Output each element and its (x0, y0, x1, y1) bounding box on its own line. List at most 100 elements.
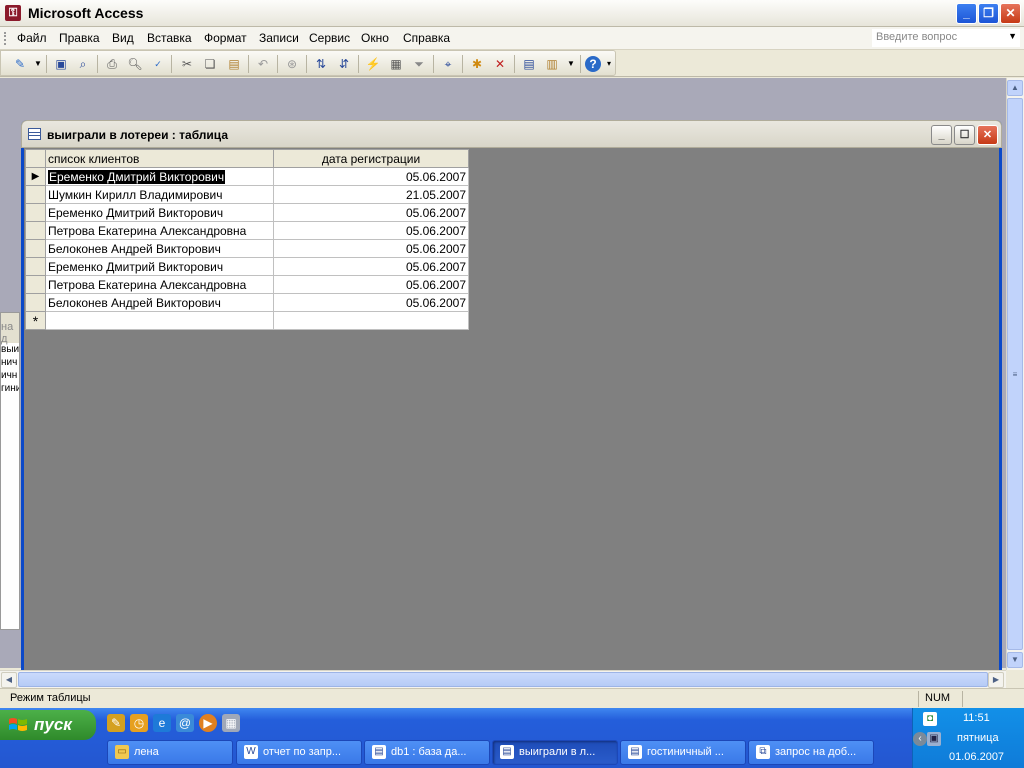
horizontal-scroll-thumb[interactable] (18, 672, 988, 687)
task-folder[interactable]: ▭ лена (107, 740, 233, 765)
cell-date[interactable]: 05.06.2007 (273, 221, 469, 240)
task-report[interactable]: W отчет по запр... (236, 740, 362, 765)
restore-button[interactable]: ❐ (978, 3, 999, 24)
quicklaunch-media-icon[interactable]: ▶ (199, 714, 217, 732)
table-close-button[interactable]: ✕ (977, 125, 998, 145)
table-row[interactable]: Еременко Дмитрий Викторович 05.06.2007 (25, 257, 469, 276)
cell-date[interactable]: 05.06.2007 (273, 293, 469, 312)
sort-ascending-icon[interactable]: ⇅ (312, 55, 330, 73)
cell-client[interactable]: Еременко Дмитрий Викторович (45, 257, 274, 276)
file-search-icon[interactable]: ⌕ (74, 55, 92, 73)
new-record-row[interactable]: * (25, 311, 469, 330)
table-row[interactable]: Петрова Екатерина Александровна 05.06.20… (25, 275, 469, 294)
scroll-up-icon[interactable]: ▲ (1007, 80, 1023, 96)
undo-icon[interactable]: ↶ (254, 55, 272, 73)
start-button[interactable]: пуск (0, 710, 96, 740)
row-selector[interactable] (25, 203, 46, 222)
filter-by-form-icon[interactable]: ▦ (387, 55, 405, 73)
toolbar-options-icon[interactable]: ▾ (604, 55, 614, 73)
menu-insert[interactable]: Вставка (147, 31, 192, 45)
horizontal-scrollbar[interactable]: ◀ ▶ (0, 670, 1006, 688)
cell-client[interactable]: Петрова Екатерина Александровна (45, 221, 274, 240)
table-window-titlebar[interactable]: выиграли в лотереи : таблица _ ☐ ✕ (21, 120, 1002, 148)
menu-window[interactable]: Окно (361, 31, 389, 45)
view-design-icon[interactable]: ✎ (11, 55, 29, 73)
menu-format[interactable]: Формат (204, 31, 247, 45)
table-maximize-button[interactable]: ☐ (954, 125, 975, 145)
chevron-down-icon[interactable]: ▼ (1008, 31, 1017, 41)
new-object-icon[interactable]: ▥ (543, 55, 561, 73)
cell-date[interactable]: 05.06.2007 (273, 239, 469, 258)
vertical-scroll-thumb[interactable]: ≡ (1007, 98, 1023, 650)
delete-record-icon[interactable]: ✕ (491, 55, 509, 73)
menu-edit[interactable]: Правка (59, 31, 100, 45)
row-selector[interactable] (25, 239, 46, 258)
task-query[interactable]: ⧉ запрос на доб... (748, 740, 874, 765)
spelling-icon[interactable]: ✓ (149, 55, 167, 73)
cell-date[interactable]: 05.06.2007 (273, 203, 469, 222)
cell-date[interactable]: 21.05.2007 (273, 185, 469, 204)
cell-date-new[interactable] (273, 311, 469, 330)
cell-client[interactable]: Петрова Екатерина Александровна (45, 275, 274, 294)
background-window[interactable]: на д выи нич ичн гини (0, 312, 20, 630)
save-icon[interactable]: ▣ (52, 55, 70, 73)
app-titlebar[interactable]: ⚿ Microsoft Access _ ❐ ✕ (0, 0, 1024, 27)
copy-icon[interactable]: ❏ (201, 55, 219, 73)
scroll-down-icon[interactable]: ▼ (1007, 652, 1023, 668)
new-object-dropdown-icon[interactable]: ▼ (562, 55, 580, 73)
find-icon[interactable]: ⌖ (439, 55, 457, 73)
tray-app-icon[interactable]: ◘ (923, 712, 937, 726)
cell-date[interactable]: 05.06.2007 (273, 275, 469, 294)
filter-by-selection-icon[interactable]: ⚡ (364, 55, 382, 73)
menu-tools[interactable]: Сервис (309, 31, 350, 45)
select-all-corner[interactable] (25, 149, 46, 168)
quicklaunch-calc-icon[interactable]: ▦ (222, 714, 240, 732)
row-selector[interactable] (25, 185, 46, 204)
database-window-icon[interactable]: ▤ (520, 55, 538, 73)
task-database[interactable]: ▤ db1 : база да... (364, 740, 490, 765)
ask-question-input[interactable]: Введите вопрос ▼ (872, 29, 1020, 47)
menu-help[interactable]: Справка (403, 31, 450, 45)
table-row[interactable]: Белоконев Андрей Викторович 05.06.2007 (25, 239, 469, 258)
quicklaunch-clock-icon[interactable]: ◷ (130, 714, 148, 732)
menu-records[interactable]: Записи (259, 31, 299, 45)
quicklaunch-pencil-icon[interactable]: ✎ (107, 714, 125, 732)
cut-icon[interactable]: ✂ (178, 55, 196, 73)
row-selector[interactable] (25, 293, 46, 312)
insert-object-icon[interactable]: ⊛ (283, 55, 301, 73)
tray-expand-icon[interactable]: ‹ (913, 732, 927, 746)
new-record-icon[interactable]: * (25, 311, 46, 330)
help-icon[interactable]: ? (585, 56, 601, 72)
table-window[interactable]: выиграли в лотереи : таблица _ ☐ ✕ списо… (21, 120, 1002, 680)
table-row[interactable]: ▶ Еременко Дмитрий Викторович 05.06.2007 (25, 167, 469, 186)
cell-date[interactable]: 05.06.2007 (273, 167, 469, 186)
menu-view[interactable]: Вид (112, 31, 134, 45)
print-preview-icon[interactable]: 🔍︎ (126, 55, 144, 73)
scroll-right-icon[interactable]: ▶ (988, 672, 1004, 688)
quicklaunch-ie-icon[interactable]: e (153, 714, 171, 732)
row-selector[interactable] (25, 257, 46, 276)
table-row[interactable]: Шумкин Кирилл Владимирович 21.05.2007 (25, 185, 469, 204)
column-header-clients[interactable]: список клиентов (45, 149, 274, 168)
row-selector[interactable] (25, 221, 46, 240)
apply-filter-icon[interactable]: ⏷ (410, 55, 428, 73)
table-row[interactable]: Белоконев Андрей Викторович 05.06.2007 (25, 293, 469, 312)
close-button[interactable]: ✕ (1000, 3, 1021, 24)
column-header-date[interactable]: дата регистрации (273, 149, 469, 168)
network-icon[interactable]: ▣ (927, 732, 941, 746)
print-icon[interactable]: ⎙ (103, 55, 121, 73)
table-row[interactable]: Петрова Екатерина Александровна 05.06.20… (25, 221, 469, 240)
clock-time[interactable]: 11:51 (963, 712, 990, 724)
scroll-left-icon[interactable]: ◀ (1, 672, 17, 688)
cell-client[interactable]: Еременко Дмитрий Викторович (45, 167, 274, 186)
cell-client[interactable]: Белоконев Андрей Викторович (45, 293, 274, 312)
row-selector[interactable] (25, 275, 46, 294)
table-minimize-button[interactable]: _ (931, 125, 952, 145)
cell-client[interactable]: Шумкин Кирилл Владимирович (45, 185, 274, 204)
current-record-icon[interactable]: ▶ (25, 167, 46, 186)
vertical-scrollbar[interactable]: ▲ ≡ ▼ (1006, 78, 1024, 670)
new-record-icon[interactable]: ✱ (468, 55, 486, 73)
paste-icon[interactable]: ▤ (225, 55, 243, 73)
table-row[interactable]: Еременко Дмитрий Викторович 05.06.2007 (25, 203, 469, 222)
cell-client-new[interactable] (45, 311, 274, 330)
